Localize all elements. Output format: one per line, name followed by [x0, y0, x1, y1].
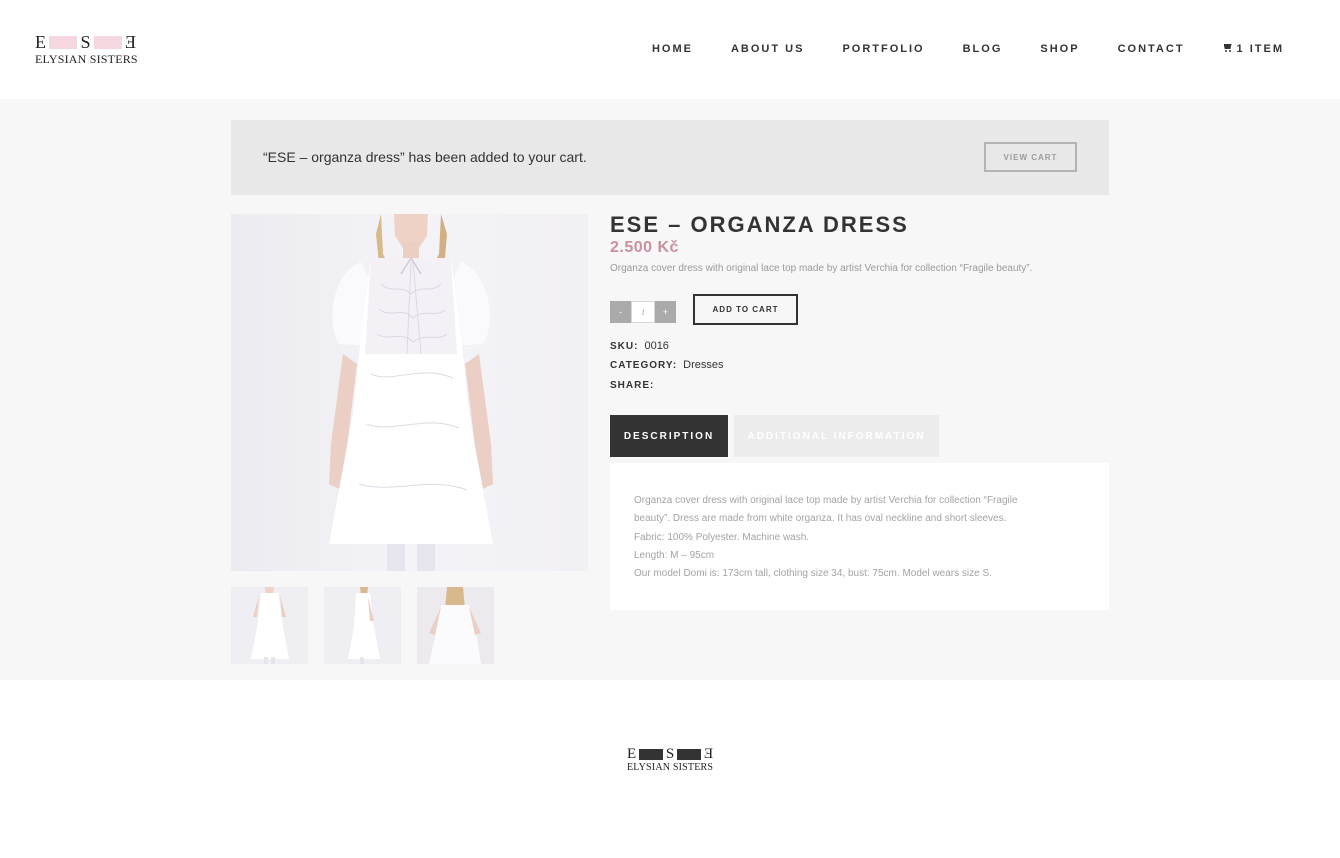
product-thumbnail-1[interactable] [231, 587, 308, 664]
footer-logo-letter-right: E [703, 746, 713, 762]
tab-additional-information[interactable]: ADDITIONAL INFORMATION [734, 415, 939, 457]
description-panel: Organza cover dress with original lace t… [610, 463, 1109, 610]
product-category: CATEGORY: Dresses [610, 359, 724, 371]
thumbnail-front-image [231, 587, 308, 664]
quantity-stepper: - + [610, 301, 676, 323]
logo-bar-left [49, 36, 78, 49]
nav-item-shop[interactable]: SHOP [1040, 41, 1079, 57]
quantity-increase-button[interactable]: + [655, 301, 676, 323]
add-to-cart-button[interactable]: ADD TO CART [693, 294, 798, 325]
cart-notice: “ESE – organza dress” has been added to … [231, 120, 1109, 195]
logo-letter-right: E [124, 32, 136, 52]
nav-item-about-us[interactable]: ABOUT US [731, 41, 804, 57]
description-line: Fabric: 100% Polyester. Machine wash. [634, 531, 810, 543]
footer-logo-bar-right [677, 748, 701, 760]
shopping-cart-icon [1223, 44, 1233, 53]
product-main-image[interactable] [231, 214, 588, 571]
cart-count-label: 1 ITEM [1236, 43, 1284, 55]
product-thumbnail-3[interactable] [417, 587, 494, 664]
main-nav: HOME ABOUT US PORTFOLIO BLOG SHOP CONTAC… [652, 41, 1284, 57]
nav-item-contact[interactable]: CONTACT [1118, 41, 1185, 57]
logo-letter-middle: S [80, 32, 91, 52]
logo-bar-right [93, 36, 122, 49]
footer-logo[interactable]: E S E ELYSIAN SISTERS [627, 746, 714, 773]
tab-description[interactable]: DESCRIPTION [610, 415, 728, 457]
footer-logo-letter-left: E [627, 746, 637, 762]
sku-value: 0016 [644, 340, 669, 352]
logo-wordmark: ELYSIAN SISTERS [35, 52, 138, 66]
thumbnail-back-image [417, 587, 494, 664]
view-cart-button[interactable]: VIEW CART [984, 142, 1077, 172]
product-price: 2.500 Kč [610, 239, 679, 256]
logo-mark: E S E [35, 32, 136, 52]
category-link[interactable]: Dresses [683, 359, 723, 371]
product-sku: SKU: 0016 [610, 340, 669, 352]
product-thumbnail-2[interactable] [324, 587, 401, 664]
quantity-input[interactable] [631, 301, 655, 323]
thumbnail-side-image [324, 587, 401, 664]
product-title: ESE – ORGANZA DRESS [610, 212, 909, 237]
product-page: “ESE – organza dress” has been added to … [0, 99, 1340, 680]
description-line: Our model Domi is: 173cm tall, clothing … [634, 568, 992, 580]
sku-label: SKU: [610, 341, 639, 352]
quantity-decrease-button[interactable]: - [610, 301, 631, 323]
footer-logo-mark: E S E [627, 746, 713, 762]
site-logo[interactable]: E S E ELYSIAN SISTERS [35, 32, 138, 67]
product-share: SHARE: [610, 379, 660, 391]
nav-item-cart[interactable]: 1 ITEM [1223, 41, 1284, 57]
nav-item-home[interactable]: HOME [652, 41, 693, 57]
footer-logo-letter-middle: S [665, 746, 675, 762]
site-header: E S E ELYSIAN SISTERS HOME ABOUT US PORT… [0, 0, 1340, 99]
site-footer: E S E ELYSIAN SISTERS [0, 680, 1340, 858]
description-line: Organza cover dress with original lace t… [634, 495, 1018, 506]
dress-photo-illustration [329, 214, 493, 571]
share-label: SHARE: [610, 380, 655, 391]
description-line: Length: M – 95cm [634, 549, 715, 561]
description-line: beauty”. Dress are made from white organ… [634, 513, 1007, 525]
logo-letter-left: E [35, 32, 46, 52]
footer-logo-wordmark: ELYSIAN SISTERS [627, 762, 714, 773]
nav-item-portfolio[interactable]: PORTFOLIO [842, 41, 924, 57]
product-short-description: Organza cover dress with original lace t… [610, 263, 1033, 274]
nav-item-blog[interactable]: BLOG [963, 41, 1003, 57]
footer-logo-bar-left [639, 748, 663, 760]
cart-notice-message: “ESE – organza dress” has been added to … [263, 149, 587, 165]
category-label: CATEGORY: [610, 360, 678, 371]
